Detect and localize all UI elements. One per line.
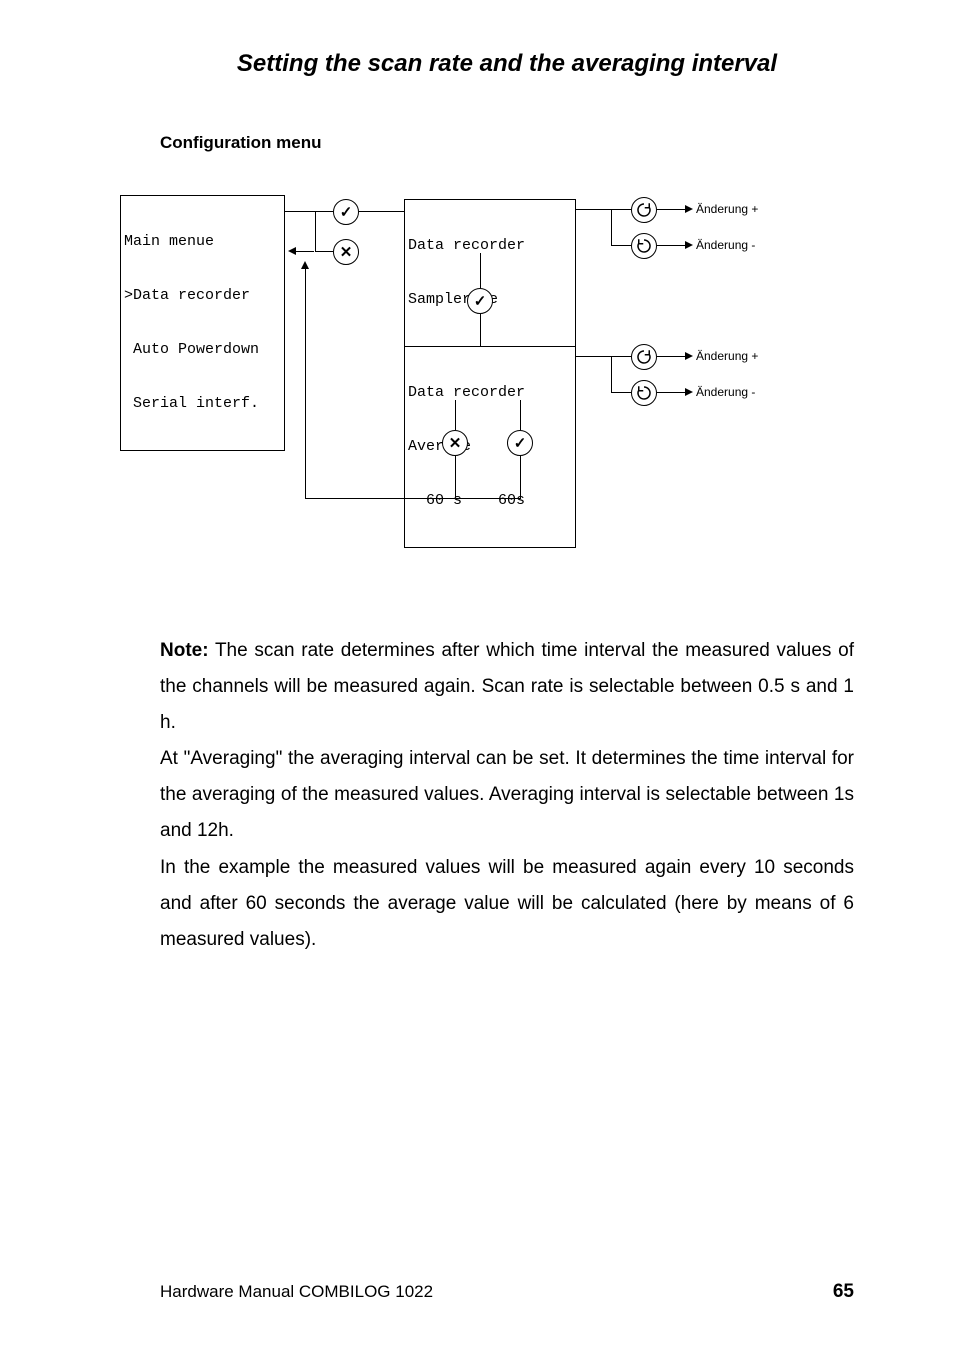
- anno-minus: Änderung -: [696, 385, 755, 399]
- rotate-cw-icon: [631, 197, 657, 223]
- anno-plus: Änderung +: [696, 349, 758, 363]
- arrow-right-icon: [685, 388, 693, 396]
- arrow-right-icon: [685, 205, 693, 213]
- lcd-line: 60 s 60s: [408, 492, 572, 510]
- anno-minus: Änderung -: [696, 238, 755, 252]
- check-icon: [333, 199, 359, 225]
- lcd-line: Serial interf.: [124, 395, 281, 413]
- config-diagram: Main menue >Data recorder Auto Powerdown…: [120, 193, 820, 553]
- lcd-line: Average: [408, 438, 572, 456]
- cross-icon: [333, 239, 359, 265]
- arrow-up-icon: [301, 261, 309, 269]
- note-paragraph: In the example the measured values will …: [160, 850, 854, 958]
- note-paragraph: At "Averaging" the averaging interval ca…: [160, 741, 854, 849]
- cross-icon: [442, 430, 468, 456]
- lcd-line: >Data recorder: [124, 287, 281, 305]
- footer: Hardware Manual COMBILOG 1022 65: [160, 1281, 854, 1303]
- arrow-right-icon: [685, 241, 693, 249]
- page-number: 65: [833, 1281, 854, 1303]
- lcd-line: Data recorder: [408, 237, 572, 255]
- check-icon: [467, 288, 493, 314]
- anno-plus: Änderung +: [696, 202, 758, 216]
- lcd-main-menu: Main menue >Data recorder Auto Powerdown…: [120, 195, 285, 451]
- lcd-line: Auto Powerdown: [124, 341, 281, 359]
- arrow-left-icon: [288, 247, 296, 255]
- note-text: Note: The scan rate determines after whi…: [160, 633, 854, 958]
- config-menu-heading: Configuration menu: [160, 133, 854, 153]
- note-label: Note:: [160, 640, 209, 661]
- lcd-average: Data recorder Average 60 s 60s: [404, 346, 576, 548]
- check-icon: [507, 430, 533, 456]
- rotate-ccw-icon: [631, 233, 657, 259]
- footer-left: Hardware Manual COMBILOG 1022: [160, 1282, 433, 1302]
- page-title: Setting the scan rate and the averaging …: [160, 50, 854, 78]
- rotate-ccw-icon: [631, 380, 657, 406]
- note-paragraph: The scan rate determines after which tim…: [160, 640, 854, 733]
- lcd-line: Main menue: [124, 233, 281, 251]
- lcd-line: Data recorder: [408, 384, 572, 402]
- rotate-cw-icon: [631, 344, 657, 370]
- arrow-right-icon: [685, 352, 693, 360]
